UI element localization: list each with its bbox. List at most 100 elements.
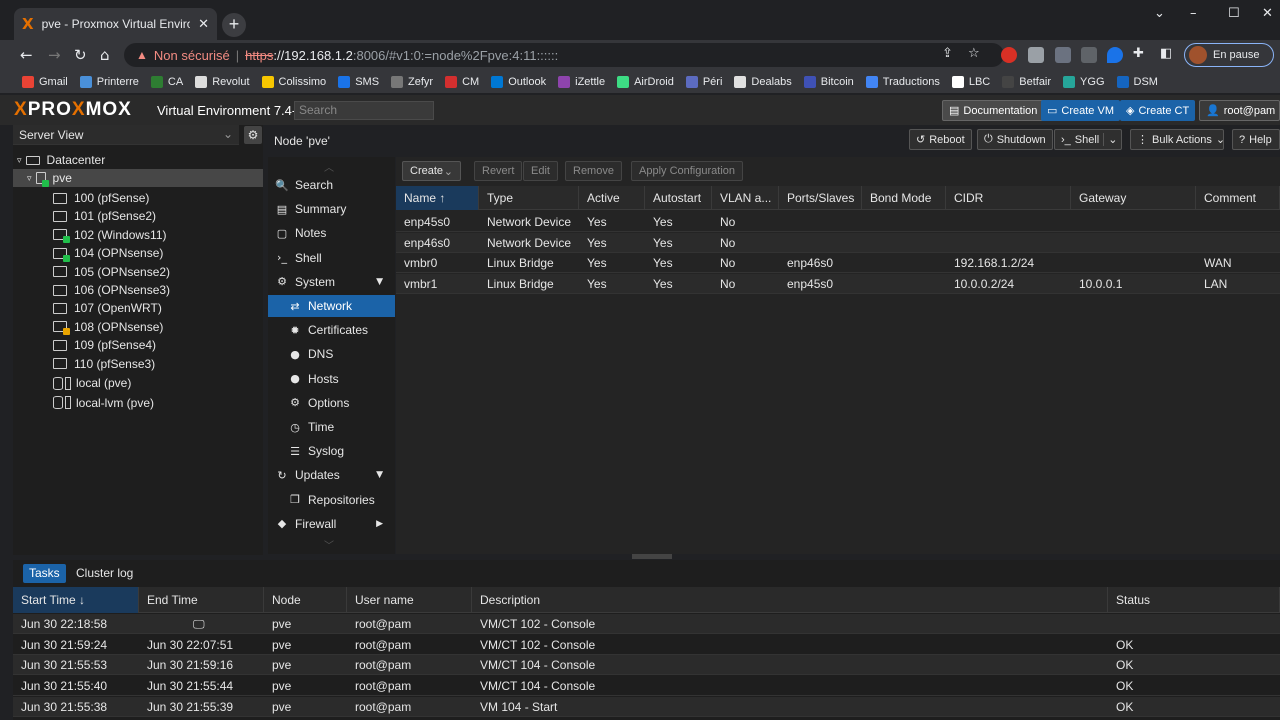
remove-button[interactable]: Remove: [565, 161, 622, 181]
bookmark-item[interactable]: Revolut: [195, 75, 250, 88]
menu-item-network[interactable]: ⇄ Network: [268, 295, 395, 317]
expand-arrow-icon[interactable]: ▶: [376, 519, 383, 529]
column-header[interactable]: Status: [1108, 587, 1280, 613]
tree-guest[interactable]: 101 (pfSense2): [13, 207, 263, 225]
panel-splitter[interactable]: [632, 554, 672, 559]
table-row[interactable]: Jun 30 21:59:24 Jun 30 22:07:51 pve root@pa…: [13, 635, 1280, 655]
tree-guest[interactable]: 100 (pfSense): [13, 189, 263, 207]
bulk-actions-button[interactable]: ⋮ Bulk Actions ⌄: [1130, 129, 1225, 150]
forward-icon[interactable]: →: [48, 46, 61, 64]
tree-guest[interactable]: 105 (OPNsense2): [13, 263, 263, 281]
edit-button[interactable]: Edit: [523, 161, 558, 181]
bookmark-item[interactable]: Bitcoin: [803, 75, 854, 88]
bookmark-item[interactable]: Gmail: [22, 75, 68, 88]
console-monitor-icon[interactable]: 🖵: [193, 614, 205, 634]
menu-item-system[interactable]: ⚙ System ▼: [268, 271, 395, 293]
menu-item-summary[interactable]: ▤ Summary: [268, 198, 395, 220]
address-bar[interactable]: ▲ Non sécurisé | https://192.168.1.2:800…: [124, 43, 1004, 67]
column-header[interactable]: Ports/Slaves: [779, 186, 862, 210]
chevron-down-icon[interactable]: ⌄: [1154, 6, 1165, 21]
column-header[interactable]: VLAN a...: [712, 186, 779, 210]
menu-item-repositories[interactable]: ❐ Repositories: [268, 489, 395, 511]
bookmark-item[interactable]: LBC: [951, 75, 990, 88]
tab-close-icon[interactable]: ✕: [198, 16, 209, 32]
sidebar-icon[interactable]: ◧: [1160, 46, 1172, 61]
pve-search-input[interactable]: Search: [294, 101, 434, 120]
new-tab-button[interactable]: +: [222, 13, 246, 37]
scroll-up-icon[interactable]: ︿: [324, 159, 334, 174]
tab-cluster-log[interactable]: Cluster log: [70, 564, 139, 583]
column-header[interactable]: Bond Mode: [862, 186, 946, 210]
tab-tasks[interactable]: Tasks: [23, 564, 66, 583]
menu-item-shell[interactable]: ›_ Shell: [268, 247, 395, 269]
column-header[interactable]: Gateway: [1071, 186, 1196, 210]
browser-tab[interactable]: X pve - Proxmox Virtual Environme ✕: [14, 8, 217, 40]
tree-guest[interactable]: 102 (Windows11): [13, 226, 263, 244]
server-view-select[interactable]: Server View ⌄: [13, 125, 239, 145]
minimize-icon[interactable]: –: [1190, 6, 1197, 21]
maximize-icon[interactable]: ☐: [1228, 6, 1240, 21]
expand-icon[interactable]: ▿: [27, 173, 32, 184]
shell-button[interactable]: ›_ Shell ⌄: [1054, 129, 1122, 150]
column-header[interactable]: Comment: [1196, 186, 1280, 210]
column-header[interactable]: Node: [264, 587, 347, 613]
back-icon[interactable]: ←: [20, 46, 33, 64]
bookmark-item[interactable]: Colissimo: [261, 75, 326, 88]
table-row[interactable]: Jun 30 21:55:40 Jun 30 21:55:44 pve root@pa…: [13, 676, 1280, 697]
extension-print-icon[interactable]: [1028, 47, 1044, 63]
tree-guest[interactable]: 108 (OPNsense): [13, 318, 263, 336]
extension-grid-icon[interactable]: [1081, 47, 1097, 63]
table-row[interactable]: Jun 30 22:18:58 pve root@pam VM/CT 102 - Co…: [13, 614, 1280, 634]
help-button[interactable]: ? Help: [1232, 129, 1280, 150]
bookmark-item[interactable]: CM: [445, 75, 479, 88]
bookmark-item[interactable]: Traductions: [865, 75, 940, 88]
column-header[interactable]: Type: [479, 186, 579, 210]
documentation-button[interactable]: ▤ Documentation: [942, 100, 1045, 121]
expand-arrow-icon[interactable]: ▼: [376, 470, 383, 480]
menu-item-dns[interactable]: ● DNS: [268, 343, 395, 365]
tree-guest[interactable]: 106 (OPNsense3): [13, 281, 263, 299]
menu-item-certificates[interactable]: ✹ Certificates: [268, 319, 395, 341]
column-header[interactable]: CIDR: [946, 186, 1071, 210]
tree-guest[interactable]: 110 (pfSense3): [13, 355, 263, 373]
reboot-button[interactable]: ↺ Reboot: [909, 129, 972, 150]
column-header[interactable]: Description: [472, 587, 1108, 613]
menu-item-notes[interactable]: ▢ Notes: [268, 222, 395, 244]
bookmark-item[interactable]: Dealabs: [734, 75, 792, 88]
menu-item-options[interactable]: ⚙ Options: [268, 392, 395, 414]
tree-node-pve[interactable]: ▿ pve: [13, 169, 263, 187]
scroll-down-icon[interactable]: ﹀: [324, 537, 334, 552]
menu-item-hosts[interactable]: ● Hosts: [268, 368, 395, 390]
user-menu-button[interactable]: 👤 root@pam: [1199, 100, 1280, 121]
tree-datacenter[interactable]: ▿ Datacenter: [13, 151, 263, 169]
table-row[interactable]: vmbr0 Linux Bridge Yes Yes No enp46s0 192.168.…: [396, 253, 1280, 274]
home-icon[interactable]: ⌂: [100, 46, 110, 64]
apply-configuration-button[interactable]: Apply Configuration: [631, 161, 744, 181]
extension-red-icon[interactable]: [1001, 47, 1017, 63]
menu-item-updates[interactable]: ↻ Updates ▼: [268, 464, 395, 486]
column-header[interactable]: Name ↑: [396, 186, 479, 210]
window-close-icon[interactable]: ✕: [1262, 6, 1273, 21]
create-ct-button[interactable]: ◈ Create CT: [1120, 100, 1196, 121]
menu-item-syslog[interactable]: ☰ Syslog: [268, 440, 395, 462]
table-row[interactable]: Jun 30 21:55:53 Jun 30 21:59:16 pve root@pa…: [13, 655, 1280, 676]
column-header[interactable]: Start Time ↓: [13, 587, 139, 613]
column-header[interactable]: Autostart: [645, 186, 712, 210]
bookmark-item[interactable]: DSM: [1116, 75, 1158, 88]
tree-storage[interactable]: local-lvm (pve): [13, 394, 263, 412]
column-header[interactable]: End Time: [139, 587, 264, 613]
chevron-down-icon[interactable]: ⌄: [1103, 133, 1117, 146]
expand-icon[interactable]: ▿: [17, 155, 22, 166]
expand-arrow-icon[interactable]: ▼: [376, 277, 383, 287]
revert-button[interactable]: Revert: [474, 161, 523, 181]
gear-icon[interactable]: ⚙: [244, 126, 262, 144]
reload-icon[interactable]: ↻: [74, 46, 87, 64]
security-warning[interactable]: Non sécurisé: [154, 48, 230, 63]
star-icon[interactable]: ☆: [968, 46, 980, 61]
create-button[interactable]: Create ⌄: [402, 161, 461, 181]
tree-guest[interactable]: 104 (OPNsense): [13, 244, 263, 262]
create-vm-button[interactable]: ▭ Create VM: [1041, 100, 1120, 121]
bookmark-item[interactable]: SMS: [338, 75, 379, 88]
bookmark-item[interactable]: CA: [150, 75, 183, 88]
share-icon[interactable]: ⇪: [942, 46, 953, 61]
